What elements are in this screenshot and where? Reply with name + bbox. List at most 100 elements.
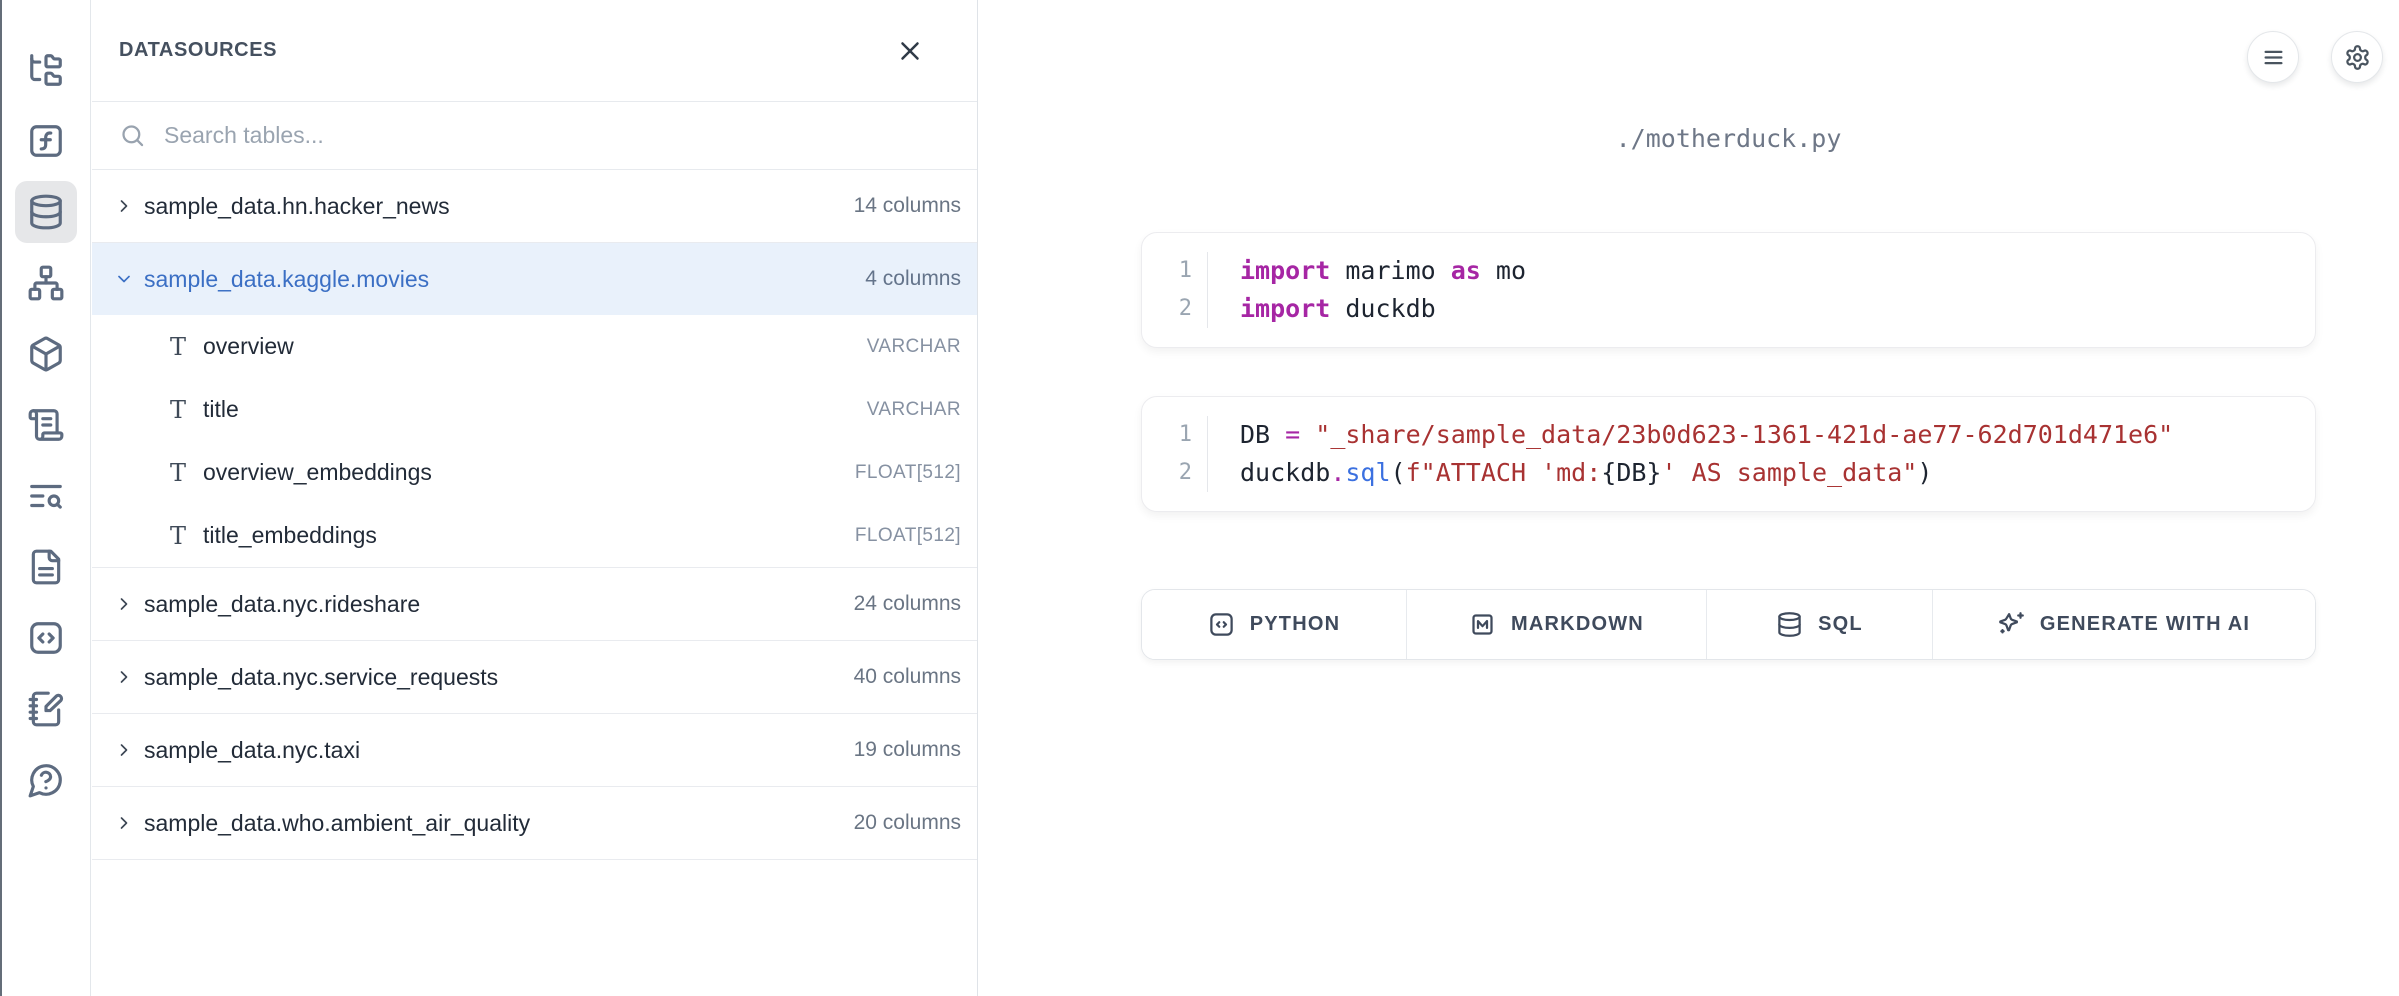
sidebar-item-snippets[interactable] (15, 607, 77, 669)
packages-icon (27, 335, 65, 373)
code-editor[interactable]: import marimo as mo import duckdb (1208, 252, 1526, 328)
sidebar-item-outline[interactable] (15, 394, 77, 456)
line-number-gutter: 1 2 (1142, 416, 1208, 492)
code-line: duckdb.sql(f"ATTACH 'md:{DB}' AS sample_… (1240, 454, 2173, 492)
table-name: sample_data.hn.hacker_news (144, 193, 450, 220)
table-group: sample_data.kaggle.movies 4 columns T ov… (92, 243, 977, 568)
sidebar-item-file-explorer[interactable] (15, 39, 77, 101)
search-input[interactable] (164, 122, 961, 149)
line-number-gutter: 1 2 (1142, 252, 1208, 328)
table-column-count: 19 columns (854, 738, 961, 762)
panel-title: DATASOURCES (119, 39, 277, 62)
chevron-right-icon (114, 594, 134, 614)
table-column-count: 20 columns (854, 811, 961, 835)
add-sql-cell-button[interactable]: SQL (1707, 590, 1933, 659)
table-group: sample_data.hn.hacker_news 14 columns (92, 170, 977, 243)
column-row-overview[interactable]: T overview VARCHAR (92, 315, 977, 378)
snippets-icon (27, 619, 65, 657)
code-line: import duckdb (1240, 290, 1526, 328)
sidebar-item-functions[interactable] (15, 110, 77, 172)
datasources-icon (27, 193, 65, 231)
close-icon (895, 36, 925, 66)
table-row-hacker-news[interactable]: sample_data.hn.hacker_news 14 columns (92, 170, 977, 242)
code-cell[interactable]: 1 2 DB = "_share/sample_data/23b0d623-13… (1141, 396, 2316, 512)
column-type: FLOAT[512] (855, 525, 961, 547)
table-group: sample_data.nyc.rideshare 24 columns (92, 568, 977, 641)
help-icon (27, 761, 65, 799)
sidebar-item-logs[interactable] (15, 465, 77, 527)
menu-icon (2260, 44, 2287, 71)
search-icon (119, 122, 146, 149)
code-line: import marimo as mo (1240, 252, 1526, 290)
add-markdown-cell-button[interactable]: MARKDOWN (1407, 590, 1707, 659)
chevron-right-icon (114, 196, 134, 216)
scratchpad-icon (27, 690, 65, 728)
database-icon (1776, 611, 1803, 638)
add-python-cell-button[interactable]: PYTHON (1142, 590, 1407, 659)
table-row-service-requests[interactable]: sample_data.nyc.service_requests 40 colu… (92, 641, 977, 713)
settings-button[interactable] (2331, 31, 2383, 83)
table-name: sample_data.who.ambient_air_quality (144, 810, 530, 837)
column-row-title-embeddings[interactable]: T title_embeddings FLOAT[512] (92, 504, 977, 567)
column-name: overview (203, 333, 294, 360)
table-list: sample_data.hn.hacker_news 14 columns sa… (92, 170, 977, 860)
file-explorer-icon (27, 51, 65, 89)
column-name: overview_embeddings (203, 459, 432, 486)
table-name: sample_data.nyc.rideshare (144, 591, 420, 618)
table-group: sample_data.who.ambient_air_quality 20 c… (92, 787, 977, 860)
chevron-right-icon (114, 667, 134, 687)
generate-with-ai-label: GENERATE WITH AI (2040, 613, 2250, 636)
table-row-kaggle-movies[interactable]: sample_data.kaggle.movies 4 columns (92, 243, 977, 315)
table-name: sample_data.nyc.taxi (144, 737, 360, 764)
sidebar-item-dependencies[interactable] (15, 252, 77, 314)
column-type: VARCHAR (867, 399, 961, 421)
table-row-rideshare[interactable]: sample_data.nyc.rideshare 24 columns (92, 568, 977, 640)
table-name: sample_data.nyc.service_requests (144, 664, 498, 691)
table-row-taxi[interactable]: sample_data.nyc.taxi 19 columns (92, 714, 977, 786)
logs-icon (27, 477, 65, 515)
sidebar-item-packages[interactable] (15, 323, 77, 385)
notebook-menu-button[interactable] (2247, 31, 2299, 83)
table-column-count: 40 columns (854, 665, 961, 689)
column-row-overview-embeddings[interactable]: T overview_embeddings FLOAT[512] (92, 441, 977, 504)
notebook-area: ./motherduck.py 1 2 import marimo as mo … (979, 0, 2399, 996)
sidebar-item-documentation[interactable] (15, 536, 77, 598)
text-type-icon: T (167, 396, 189, 424)
table-column-count: 4 columns (865, 267, 961, 291)
datasources-panel: DATASOURCES sample_data.hn.hacker_news 1… (92, 0, 978, 996)
sidebar-item-help[interactable] (15, 749, 77, 811)
line-number: 1 (1179, 416, 1192, 454)
table-column-count: 14 columns (854, 194, 961, 218)
line-number: 2 (1179, 290, 1192, 328)
chevron-right-icon (114, 813, 134, 833)
generate-with-ai-button[interactable]: GENERATE WITH AI (1933, 590, 2315, 659)
markdown-icon (1469, 611, 1496, 638)
datasources-header: DATASOURCES (92, 0, 977, 102)
marimo-app: DATASOURCES sample_data.hn.hacker_news 1… (0, 0, 2399, 996)
table-group: sample_data.nyc.taxi 19 columns (92, 714, 977, 787)
table-column-count: 24 columns (854, 592, 961, 616)
code-editor[interactable]: DB = "_share/sample_data/23b0d623-1361-4… (1208, 416, 2173, 492)
text-type-icon: T (167, 333, 189, 361)
table-name: sample_data.kaggle.movies (144, 266, 429, 293)
text-type-icon: T (167, 522, 189, 550)
helper-panel-rail (2, 0, 91, 996)
column-type: VARCHAR (867, 336, 961, 358)
functions-icon (27, 122, 65, 160)
chevron-down-icon (114, 269, 134, 289)
table-row-ambient-air-quality[interactable]: sample_data.who.ambient_air_quality 20 c… (92, 787, 977, 859)
add-markdown-label: MARKDOWN (1511, 613, 1644, 636)
code-square-icon (1208, 611, 1235, 638)
column-row-title[interactable]: T title VARCHAR (92, 378, 977, 441)
gear-icon (2344, 44, 2371, 71)
sidebar-item-datasources[interactable] (15, 181, 77, 243)
close-datasources-button[interactable] (895, 36, 925, 66)
code-cell[interactable]: 1 2 import marimo as mo import duckdb (1141, 232, 2316, 348)
sparkles-icon (1998, 611, 2025, 638)
sidebar-item-scratchpad[interactable] (15, 678, 77, 740)
outline-icon (27, 406, 65, 444)
column-name: title (203, 396, 239, 423)
text-type-icon: T (167, 459, 189, 487)
chevron-right-icon (114, 740, 134, 760)
notebook-filename: ./motherduck.py (1141, 124, 2316, 153)
